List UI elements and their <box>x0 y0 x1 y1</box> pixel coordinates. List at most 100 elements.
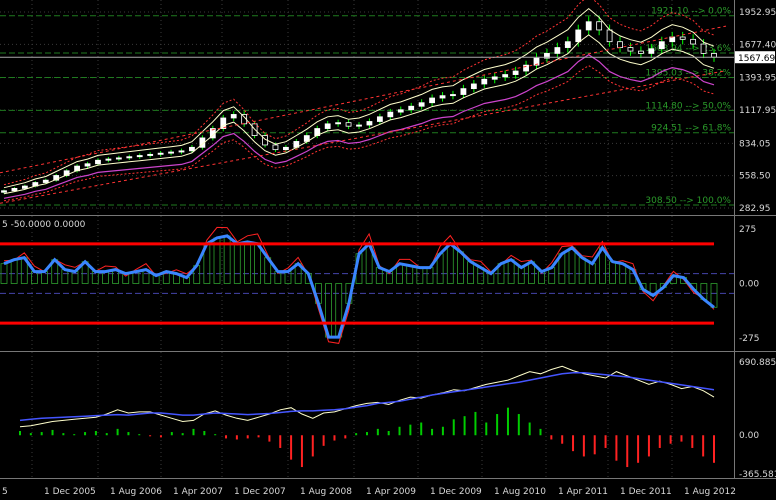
candle <box>115 157 122 160</box>
oscillator-tick-label: 275 <box>739 225 756 235</box>
axes: 5 1 Dec 2005 1 Aug 2006 1 Apr 2007 1 Dec 200… <box>2 8 776 497</box>
candle <box>84 163 91 167</box>
oscillator-bar <box>233 243 241 284</box>
fib-level-label: 308.50 --> 100.0% <box>645 196 731 206</box>
x-tick-label: 1 Aug 2006 <box>110 487 162 497</box>
x-tick-label: 1 Dec 2011 <box>620 487 672 497</box>
trend-channel-lower <box>0 70 727 204</box>
candle <box>178 150 185 153</box>
candle <box>700 43 707 54</box>
candle <box>470 83 477 90</box>
candle <box>429 97 435 104</box>
candle <box>638 50 644 54</box>
oscillator-bar <box>10 259 18 284</box>
bollinger-lower <box>3 34 715 195</box>
candle <box>512 70 519 75</box>
candle <box>335 122 342 125</box>
candle <box>168 151 174 154</box>
candle <box>418 102 425 107</box>
oscillator-bar <box>568 247 576 284</box>
y-tick-label: 1117.95 <box>739 106 776 116</box>
candle <box>460 88 467 95</box>
price-panel <box>0 0 734 204</box>
candle <box>189 146 195 152</box>
candle <box>1 190 7 193</box>
fib-level-label: 1114.80 --> 50.0% <box>645 101 731 111</box>
oscillator-bar <box>517 267 525 284</box>
oscillator-tick-label: 0.00 <box>739 280 759 290</box>
candle <box>564 41 571 48</box>
fibonacci-levels: 1921.10 --> 0.0%1603.94 --> 23.6%1395.03… <box>0 7 734 206</box>
candle <box>439 95 446 99</box>
oscillator-bar <box>457 251 464 284</box>
current-price-label: 1567.69 <box>738 54 775 64</box>
x-tick-label: 1 Dec 2007 <box>234 487 286 497</box>
histogram-tick-label: -365.581 <box>739 470 776 480</box>
fib-level-label: 1603.94 --> 23.6% <box>645 44 731 54</box>
candle <box>450 94 456 97</box>
histogram-tick-label: 0.00 <box>739 431 759 441</box>
x-tick-label: 1 Dec 2009 <box>430 487 482 497</box>
oscillator-bar <box>609 261 616 284</box>
oscillator-bar <box>61 269 69 284</box>
candle <box>585 21 592 31</box>
trend-channel-upper <box>0 25 727 174</box>
candle <box>157 152 164 155</box>
candle <box>345 122 352 127</box>
candle <box>272 144 279 151</box>
x-tick-label: 1 Apr 2007 <box>173 487 223 497</box>
candle <box>669 36 676 43</box>
candle <box>658 41 665 50</box>
x-tick-label: 1 Dec 2005 <box>44 487 96 497</box>
candle <box>136 155 143 158</box>
x-tick-label: 1 Apr 2011 <box>558 487 608 497</box>
x-tick-label: 1 Aug 2012 <box>684 487 736 497</box>
candle <box>283 146 289 151</box>
histogram-panel <box>19 365 715 468</box>
candle <box>627 47 634 52</box>
oscillator-header: 5 -50.0000 0.0000 <box>2 220 86 230</box>
candle <box>408 105 415 111</box>
x-tick-label: 5 <box>2 487 8 497</box>
chart-canvas: 1921.10 --> 0.0%1603.94 --> 23.6%1395.03… <box>0 0 776 497</box>
candle <box>502 74 509 78</box>
y-tick-label: 1952.95 <box>739 8 776 18</box>
y-tick-label: 558.50 <box>739 172 771 182</box>
oscillator-bar <box>244 241 251 284</box>
y-tick-label: 834.05 <box>739 139 771 149</box>
candle <box>648 48 655 54</box>
candle <box>366 121 373 126</box>
candle <box>324 123 331 129</box>
candle <box>376 116 383 122</box>
candle <box>690 38 697 45</box>
candle <box>356 124 362 127</box>
candle <box>711 53 717 58</box>
oscillator-tick-label: -275 <box>739 334 759 344</box>
histogram-tick-label: 690.885 <box>739 358 776 368</box>
candle <box>387 111 394 118</box>
oscillator-bar <box>254 243 261 284</box>
x-tick-label: 1 Aug 2010 <box>494 487 546 497</box>
oscillator-bar <box>406 265 414 284</box>
candle <box>606 29 613 43</box>
candle <box>230 114 237 119</box>
candle <box>11 187 18 192</box>
candle <box>481 78 488 85</box>
fib-level-label: 924.51 --> 61.8% <box>651 124 731 134</box>
oscillator-bar <box>467 261 474 284</box>
y-tick-label: 282.95 <box>739 204 771 214</box>
candle <box>126 156 133 159</box>
candle <box>397 109 404 113</box>
candle <box>95 159 101 165</box>
candle <box>617 41 623 48</box>
y-tick-label: 1677.40 <box>739 40 776 50</box>
candle <box>42 179 49 183</box>
oscillator-bar <box>507 259 515 284</box>
candle <box>575 29 582 43</box>
oscillator-panel <box>0 226 734 344</box>
candle <box>596 21 603 31</box>
x-tick-label: 1 Apr 2009 <box>366 487 416 497</box>
oscillator-bar <box>416 267 424 284</box>
oscillator-bar <box>446 243 454 284</box>
candle <box>147 153 154 156</box>
